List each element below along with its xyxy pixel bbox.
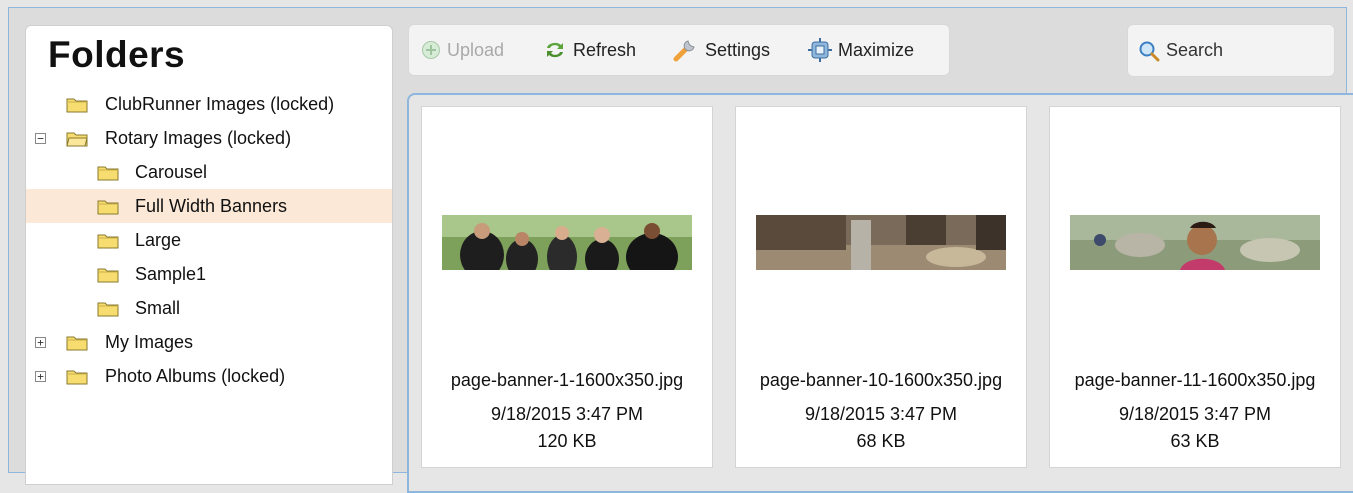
- toolbar: Upload Refresh Settings Maximize: [408, 24, 950, 76]
- tree-item-photo-albums[interactable]: + Photo Albums (locked): [26, 359, 392, 393]
- folder-icon: [97, 166, 119, 180]
- tree-item-label: Sample1: [135, 263, 207, 284]
- expand-icon[interactable]: +: [35, 371, 46, 382]
- file-name: page-banner-1-1600x350.jpg: [450, 370, 684, 390]
- maximize-label: Maximize: [838, 39, 915, 60]
- file-size: 68 KB: [856, 431, 906, 451]
- file-date: 9/18/2015 3:47 PM: [804, 404, 958, 424]
- file-tile[interactable]: page-banner-1-1600x350.jpg 9/18/2015 3:4…: [421, 106, 713, 468]
- tree-item-clubrunner-images[interactable]: ClubRunner Images (locked): [26, 87, 392, 121]
- open-folder-icon: [66, 132, 88, 146]
- folders-title: Folders: [48, 34, 186, 75]
- upload-button[interactable]: Upload: [421, 25, 504, 75]
- tree-item-label: Small: [135, 297, 181, 318]
- tree-item-my-images[interactable]: + My Images: [26, 325, 392, 359]
- expand-icon[interactable]: +: [35, 337, 46, 348]
- tree-item-large[interactable]: Large: [26, 223, 392, 257]
- folder-icon: [97, 200, 119, 214]
- search-icon: [1139, 41, 1160, 61]
- refresh-icon: [547, 42, 563, 58]
- maximize-icon: [808, 38, 832, 62]
- thumbnail-image: [1070, 215, 1320, 270]
- refresh-button[interactable]: Refresh: [543, 25, 636, 75]
- folder-icon: [66, 336, 88, 350]
- upload-icon: [422, 41, 440, 59]
- tree-item-label: My Images: [105, 331, 194, 352]
- upload-label: Upload: [447, 39, 505, 60]
- file-name: page-banner-11-1600x350.jpg: [1074, 370, 1316, 390]
- tree-item-carousel[interactable]: Carousel: [26, 155, 392, 189]
- tree-item-label: Large: [135, 229, 182, 250]
- tree-item-rotary-images[interactable]: − Rotary Images (locked): [26, 121, 392, 155]
- file-tile[interactable]: page-banner-11-1600x350.jpg 9/18/2015 3:…: [1049, 106, 1341, 468]
- file-date: 9/18/2015 3:47 PM: [490, 404, 644, 424]
- folder-icon: [97, 234, 119, 248]
- settings-button[interactable]: Settings: [673, 25, 770, 75]
- collapse-icon[interactable]: −: [35, 133, 46, 144]
- thumbnail-image: [756, 215, 1006, 270]
- search-placeholder: Search: [1166, 40, 1224, 60]
- folder-icon: [66, 98, 88, 112]
- thumbnail-image: [442, 215, 692, 270]
- file-tile[interactable]: page-banner-10-1600x350.jpg 9/18/2015 3:…: [735, 106, 1027, 468]
- tree-item-sample1[interactable]: Sample1: [26, 257, 392, 291]
- tree-item-label: Rotary Images (locked): [105, 127, 292, 148]
- wrench-icon: [673, 40, 695, 62]
- tree-item-label: Photo Albums (locked): [105, 365, 286, 386]
- folder-icon: [66, 370, 88, 384]
- folder-icon: [97, 268, 119, 282]
- file-date: 9/18/2015 3:47 PM: [1118, 404, 1272, 424]
- file-size: 63 KB: [1170, 431, 1220, 451]
- maximize-button[interactable]: Maximize: [808, 25, 914, 75]
- refresh-label: Refresh: [573, 39, 637, 60]
- folder-icon: [97, 302, 119, 316]
- tree-item-full-width-banners[interactable]: Full Width Banners: [26, 189, 392, 223]
- tree-item-label: Carousel: [135, 161, 208, 182]
- tree-item-label: Full Width Banners: [135, 195, 288, 216]
- file-size: 120 KB: [537, 431, 597, 451]
- search-input[interactable]: Search: [1127, 24, 1335, 77]
- tree-item-label: ClubRunner Images (locked): [105, 93, 335, 114]
- tree-item-small[interactable]: Small: [26, 291, 392, 325]
- settings-label: Settings: [705, 39, 771, 60]
- file-name: page-banner-10-1600x350.jpg: [759, 370, 1003, 390]
- folders-panel: Folders ClubRunner Images (locked) − Rot…: [25, 25, 393, 485]
